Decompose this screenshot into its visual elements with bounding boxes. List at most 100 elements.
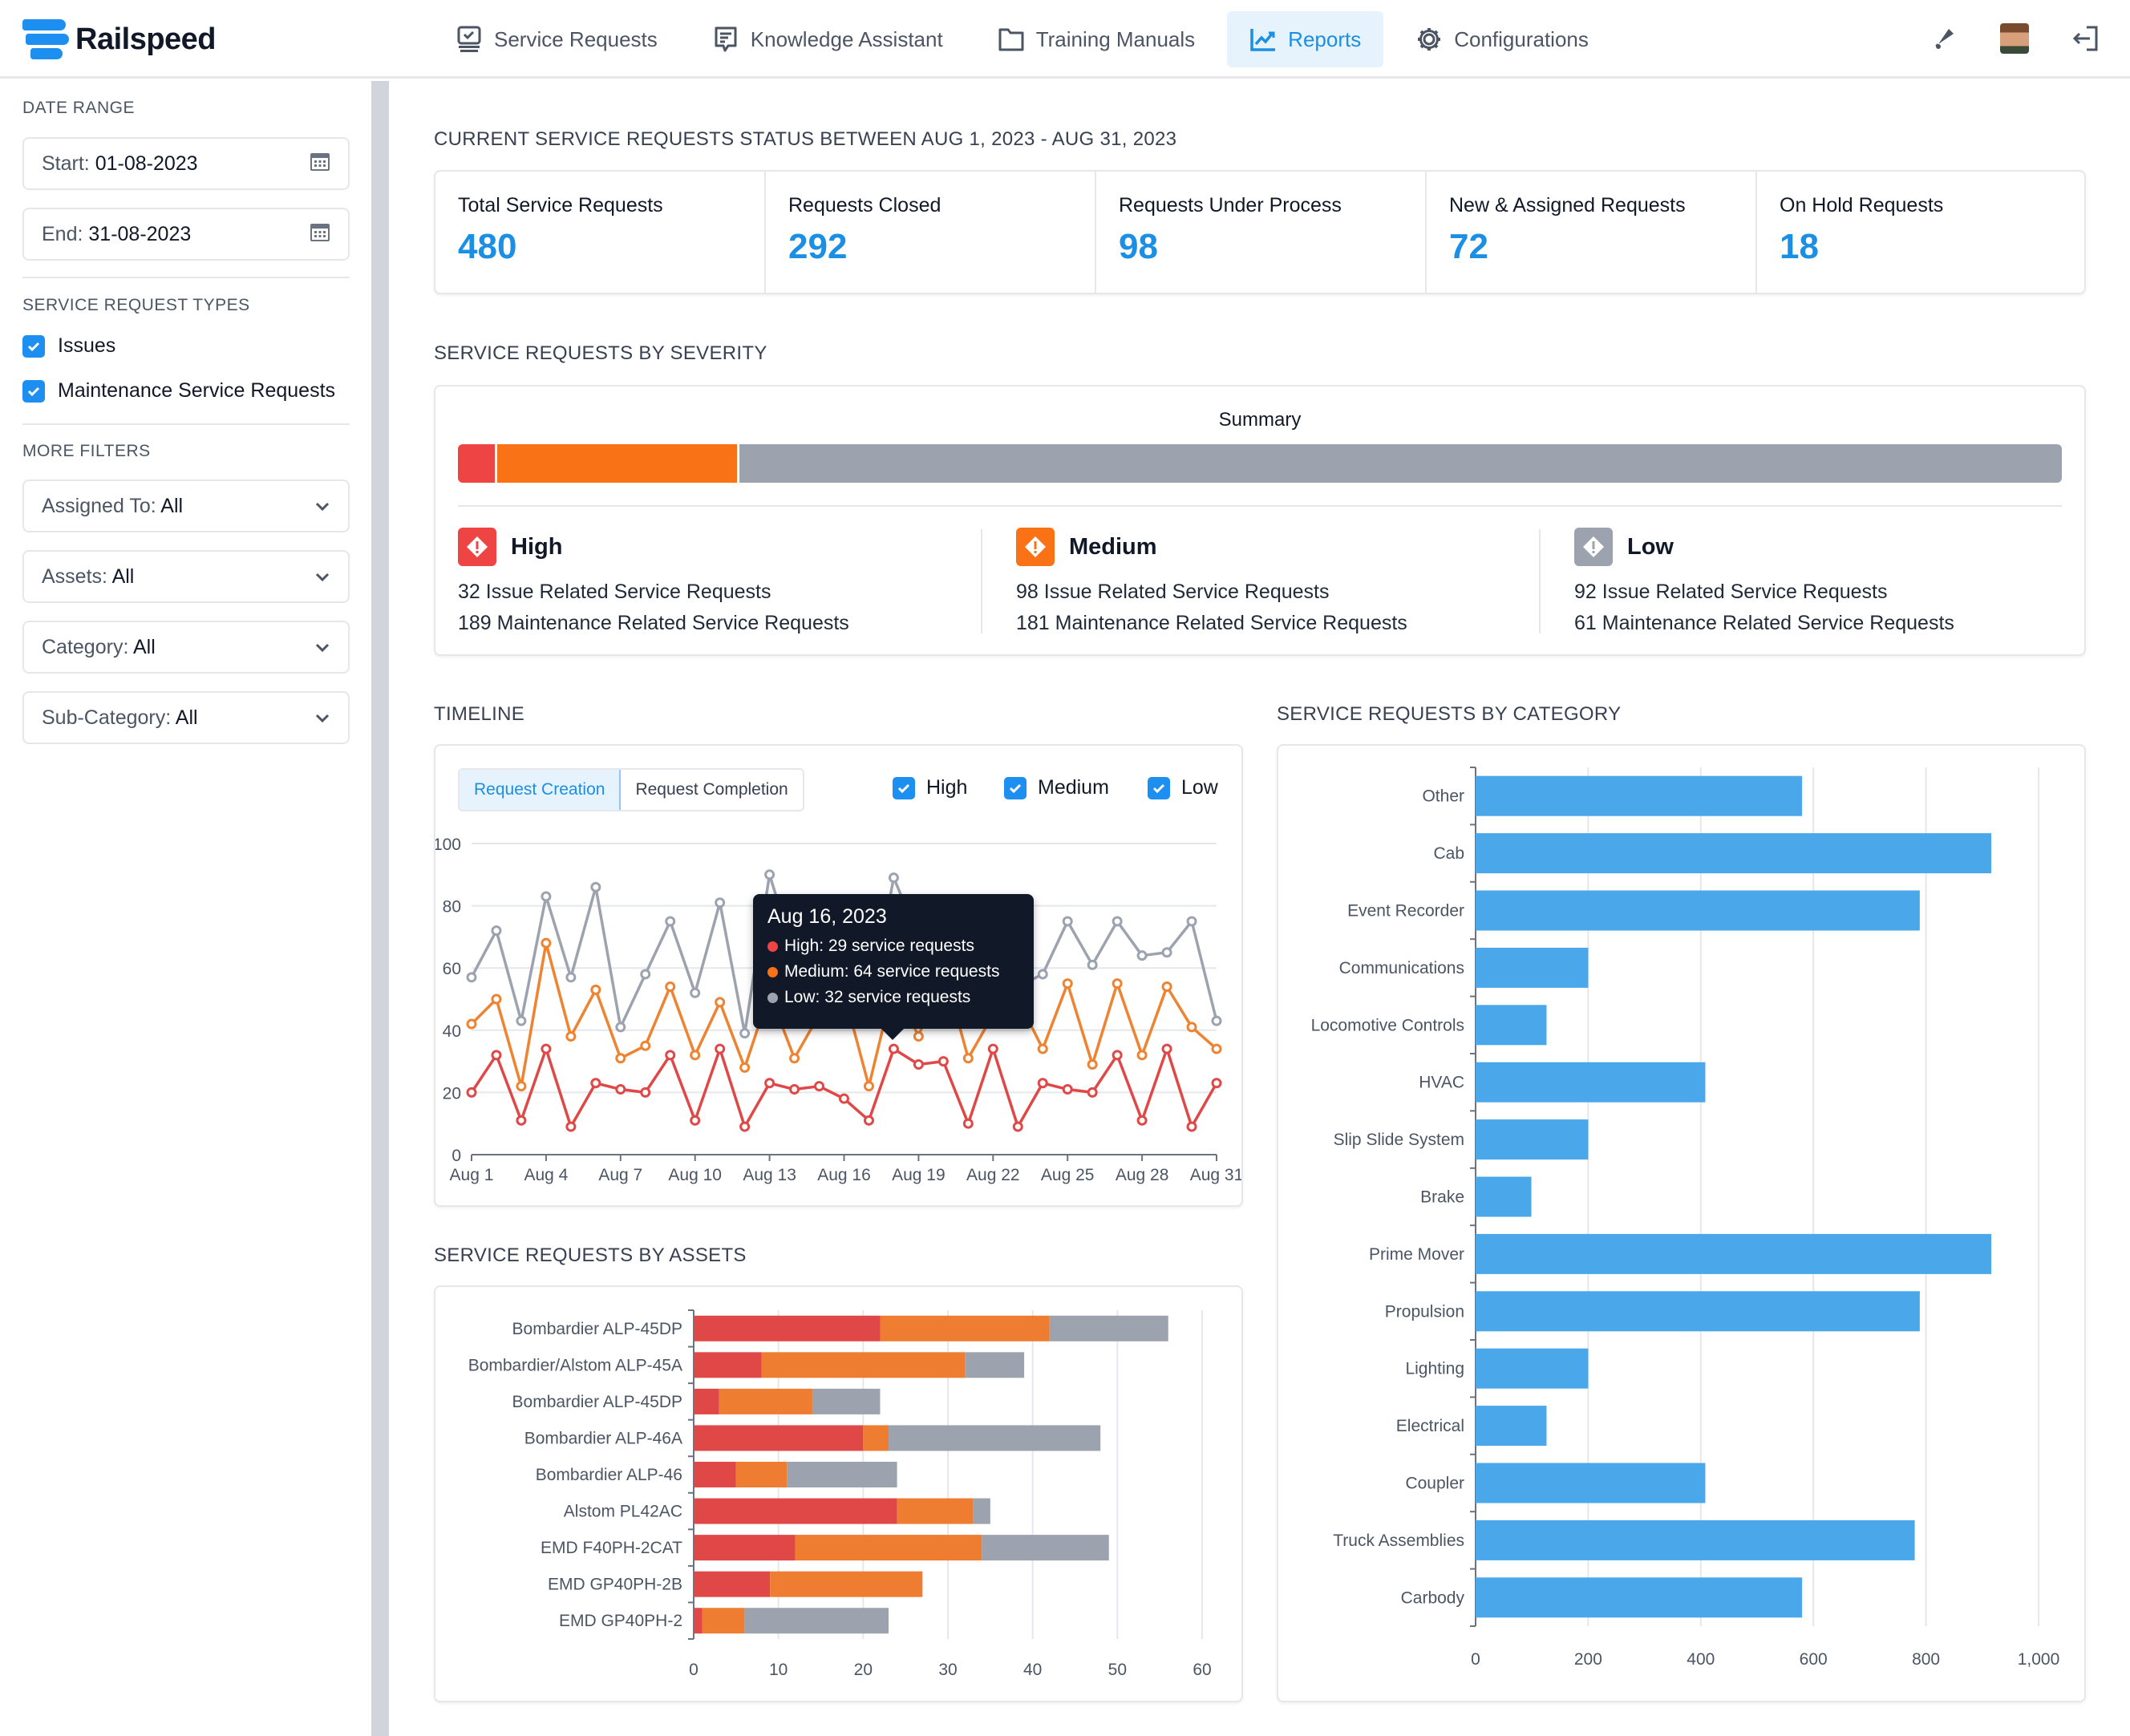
data-point-low (1161, 947, 1172, 958)
tooltip-title: Aug 16, 2023 (767, 905, 887, 928)
summary-segment-high[interactable] (458, 444, 495, 483)
data-point-low (615, 1022, 626, 1033)
data-point-low (1037, 969, 1048, 980)
data-point-high (863, 1115, 874, 1126)
category-label: Carbody (1401, 1588, 1465, 1607)
x-tick-label: 800 (1912, 1650, 1940, 1669)
tooltip-text: Medium: 64 service requests (784, 962, 1000, 981)
stat-label: New & Assigned Requests (1449, 194, 1686, 216)
end-prefix: End: (42, 222, 83, 245)
chevron-down-icon (314, 706, 330, 730)
x-tick-label: Aug 7 (598, 1166, 642, 1184)
data-point-medium (1186, 1022, 1197, 1033)
data-point-medium (1161, 981, 1172, 992)
checkbox-maintenance[interactable]: Maintenance Service Requests (22, 379, 335, 403)
sub-category-select[interactable]: Sub-Category: All (22, 691, 350, 744)
data-point-high (1112, 1050, 1123, 1061)
category-label: Cab (1433, 844, 1464, 863)
nav-knowledge-assistant[interactable]: Knowledge Assistant (690, 11, 966, 67)
date-range-label: DATE RANGE (22, 99, 135, 117)
category-label: Other (1422, 787, 1464, 806)
filters-sidebar: DATE RANGE Start: 01-08-2023 End: 31-08-… (0, 81, 371, 1736)
sidebar-scrollbar[interactable] (371, 81, 389, 1736)
status-summary-card: Total Service Requests 480 Requests Close… (434, 170, 2086, 294)
bar-segment-high (694, 1535, 796, 1561)
timeline-section-title: TIMELINE (434, 703, 525, 725)
x-tick-label: 30 (938, 1661, 957, 1679)
logo[interactable]: Railspeed (22, 19, 217, 59)
stat-value: 72 (1449, 227, 1488, 266)
chevron-down-icon (314, 495, 330, 518)
data-point-high (665, 1050, 676, 1061)
calendar-icon[interactable] (310, 221, 330, 248)
bar-segment-high (694, 1425, 864, 1451)
data-point-high (1087, 1087, 1098, 1098)
stat-under-process: Requests Under Process 98 (1096, 172, 1427, 293)
summary-segment-medium[interactable] (496, 444, 737, 483)
app-name: Railspeed (75, 22, 217, 56)
x-tick-label: 200 (1574, 1650, 1602, 1669)
nav-configurations[interactable]: Configurations (1393, 11, 1611, 67)
severity-name: High (511, 533, 563, 560)
maintenance-count: 61 Maintenance Related Service Requests (1574, 612, 1954, 634)
bar-segment-low (1049, 1315, 1168, 1341)
assigned-to-select[interactable]: Assigned To: All (22, 480, 350, 532)
category-label: Bombardier ALP-45DP (512, 1320, 682, 1338)
nav-label: Knowledge Assistant (750, 26, 943, 51)
data-point-medium (1136, 1050, 1148, 1061)
data-point-low (541, 891, 552, 902)
data-point-high (1211, 1078, 1222, 1089)
user-avatar[interactable] (1998, 22, 2031, 55)
divider (458, 505, 2062, 507)
data-point-medium (715, 997, 726, 1008)
x-tick-label: 50 (1108, 1661, 1127, 1679)
data-point-high (888, 1043, 899, 1054)
checkbox-issues[interactable]: Issues (22, 334, 115, 358)
checkbox-checked-icon[interactable] (22, 334, 45, 358)
data-point-high (1186, 1121, 1197, 1132)
nav-service-requests[interactable]: Service Requests (433, 11, 680, 67)
data-point-high (913, 1058, 924, 1070)
summary-segment-low[interactable] (739, 444, 2062, 483)
data-point-high (466, 1087, 477, 1098)
calendar-icon[interactable] (310, 151, 330, 177)
nav-training-manuals[interactable]: Training Manuals (975, 11, 1217, 67)
tooltip-row-low: Low: 32 service requests (767, 988, 1019, 1007)
nav-reports[interactable]: Reports (1227, 11, 1384, 67)
bar-segment-low (973, 1498, 990, 1524)
assets-select[interactable]: Assets: All (22, 550, 350, 603)
data-point-high (937, 1056, 949, 1067)
stat-label: Requests Under Process (1119, 194, 1342, 216)
chevron-down-icon (314, 565, 330, 589)
nav-label: Service Requests (494, 26, 658, 51)
x-tick-label: Aug 13 (743, 1166, 796, 1184)
medium-dot-icon (767, 966, 778, 977)
bar-segment-low (982, 1535, 1109, 1561)
data-point-medium (962, 1053, 974, 1064)
data-point-high (962, 1118, 974, 1129)
data-point-high (987, 1043, 998, 1054)
bar-segment-high (694, 1498, 897, 1524)
data-point-high (1012, 1121, 1023, 1132)
divider (22, 423, 350, 425)
category-label: Brake (1420, 1188, 1464, 1207)
end-date-field[interactable]: End: 31-08-2023 (22, 208, 350, 261)
data-point-low (690, 987, 701, 998)
category-bar (1476, 1406, 1547, 1447)
category-label: Event Recorder (1347, 902, 1464, 921)
y-tick-label: 0 (452, 1147, 461, 1165)
data-point-medium (615, 1053, 626, 1064)
category-label: Bombardier ALP-46 (536, 1466, 682, 1484)
header-actions (1928, 22, 2101, 55)
bar-segment-high (694, 1352, 762, 1378)
notification-bell-icon[interactable] (1928, 22, 1960, 55)
logout-icon[interactable] (2069, 22, 2101, 55)
data-point-medium (491, 993, 502, 1005)
category-select[interactable]: Category: All (22, 621, 350, 674)
data-point-medium (1062, 978, 1073, 989)
data-point-high (764, 1078, 775, 1089)
data-point-low (1136, 950, 1148, 961)
data-point-high (541, 1043, 552, 1054)
start-date-field[interactable]: Start: 01-08-2023 (22, 137, 350, 190)
checkbox-checked-icon[interactable] (22, 379, 45, 403)
